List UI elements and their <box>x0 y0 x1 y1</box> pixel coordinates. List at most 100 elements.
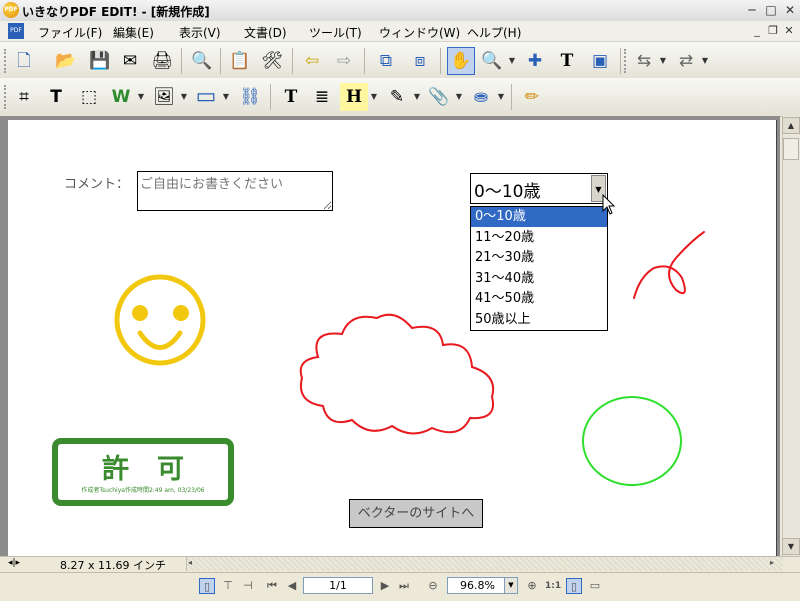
age-option[interactable]: 21～30歳 <box>471 248 607 268</box>
note-icon[interactable]: ≣ <box>308 83 336 111</box>
attach-dropdown-icon[interactable]: ▼ <box>455 83 463 111</box>
pen-icon[interactable]: ✎ <box>383 83 411 111</box>
toolbar-separator <box>292 48 293 74</box>
stamp-subtitle: 作成者Tsuchiya作成時間2:49 am, 03/23/06 <box>81 487 205 494</box>
last-page-icon[interactable]: ⏭ <box>396 578 412 594</box>
edit-text-icon[interactable]: T <box>42 83 70 111</box>
attach-icon[interactable]: 📎 <box>425 83 453 111</box>
highlighter-icon[interactable]: ✏ <box>518 83 546 111</box>
toolbar-separator <box>220 48 221 74</box>
menu-help[interactable]: ヘルプ(H) <box>467 24 521 41</box>
back-arrow-icon[interactable]: ⇦ <box>298 47 326 75</box>
zoom-out-icon[interactable]: ⊖ <box>425 578 441 594</box>
maximize-button[interactable]: □ <box>763 3 779 18</box>
edit-object-icon[interactable]: ⬚ <box>75 83 103 111</box>
stamp-dropdown-icon[interactable]: ▼ <box>497 83 505 111</box>
snapshot-icon[interactable]: ▣ <box>586 47 614 75</box>
age-select-value: 0～10歳 <box>474 182 541 202</box>
menu-window[interactable]: ウィンドウ(W) <box>379 24 460 41</box>
toolbar-grip[interactable] <box>4 85 9 109</box>
shape-dropdown-icon[interactable]: ▼ <box>222 83 230 111</box>
toolbar-grip[interactable] <box>4 49 9 73</box>
extract-pages-icon[interactable]: ⧉ <box>372 47 400 75</box>
rotate-pages-icon[interactable]: ⇆ <box>630 47 658 75</box>
page-number-input[interactable]: 1/1 <box>303 577 373 594</box>
scrollbar-thumb[interactable] <box>783 138 799 160</box>
vertical-scrollbar[interactable] <box>782 116 800 556</box>
age-option[interactable]: 31～40歳 <box>471 269 607 289</box>
mdi-close-button[interactable]: ✕ <box>782 24 796 38</box>
reorder-pages-icon[interactable]: ⇄ <box>672 47 700 75</box>
textbox-icon[interactable]: T <box>277 83 305 111</box>
rotate-dropdown-icon[interactable]: ▼ <box>659 47 667 75</box>
word-dropdown-icon[interactable]: ▼ <box>137 83 145 111</box>
fit-visible-icon[interactable]: ▭ <box>587 578 603 594</box>
menu-document[interactable]: 文書(D) <box>244 24 287 41</box>
vector-site-button[interactable]: ベクターのサイトへ <box>349 499 483 528</box>
zoom-level-dropdown-icon[interactable]: ▼ <box>505 577 518 594</box>
fit-height-icon[interactable]: ⊤ <box>220 578 236 594</box>
actual-size-icon[interactable]: 1:1 <box>545 578 561 594</box>
menu-view[interactable]: 表示(V) <box>179 24 221 41</box>
scroll-up-icon[interactable]: ▲ <box>782 117 800 134</box>
horizontal-scrollbar[interactable] <box>186 557 783 571</box>
pen-dropdown-icon[interactable]: ▼ <box>413 83 421 111</box>
rectangle-shape-icon[interactable]: ▭ <box>192 83 220 111</box>
stamp-tool-icon[interactable]: ⛂ <box>467 83 495 111</box>
find-binoculars-icon[interactable]: 🔍 <box>188 47 216 75</box>
reorder-dropdown-icon[interactable]: ▼ <box>701 47 709 75</box>
close-button[interactable]: ✕ <box>782 3 798 18</box>
link-icon[interactable]: ⛓ <box>236 83 264 111</box>
document-icon[interactable]: PDF <box>8 23 24 39</box>
insert-image-icon[interactable]: 🖼 <box>150 83 178 111</box>
zoom-level-input[interactable]: 96.8% <box>447 577 505 594</box>
first-page-icon[interactable]: ⏮ <box>264 578 280 594</box>
age-option[interactable]: 0～10歳 <box>471 207 607 227</box>
fit-page-icon[interactable]: ▯ <box>566 578 582 594</box>
scroll-right-icon[interactable]: ▸ <box>770 558 774 567</box>
insert-pages-icon[interactable]: ⧈ <box>406 47 434 75</box>
comment-field[interactable] <box>137 171 333 211</box>
single-page-view-icon[interactable]: ▯ <box>199 578 215 594</box>
stamp-title: 許可 <box>102 454 212 485</box>
mdi-restore-button[interactable]: ❐ <box>766 24 780 38</box>
menu-edit[interactable]: 編集(E) <box>113 24 154 41</box>
document-properties-icon[interactable]: 📋 <box>226 47 254 75</box>
crop-icon[interactable]: ⌗ <box>10 83 38 111</box>
toolbar-separator <box>181 48 182 74</box>
text-select-icon[interactable]: T <box>553 47 581 75</box>
age-option[interactable]: 11～20歳 <box>471 228 607 248</box>
zoom-dropdown-icon[interactable]: ▼ <box>508 47 516 75</box>
scroll-down-icon[interactable]: ▼ <box>782 538 800 555</box>
toolbar-separator <box>511 84 512 110</box>
menu-tools[interactable]: ツール(T) <box>309 24 362 41</box>
email-icon[interactable]: ✉ <box>116 47 144 75</box>
save-icon[interactable]: 💾 <box>86 47 114 75</box>
page-layout-toggle-icon[interactable]: ◂|▸ <box>8 558 20 568</box>
menu-file[interactable]: ファイル(F) <box>38 24 102 41</box>
select-tool-icon[interactable]: ✚ <box>521 47 549 75</box>
open-folder-icon[interactable]: 📂 <box>52 47 80 75</box>
fit-width-icon[interactable]: ⊣ <box>240 578 256 594</box>
zoom-icon[interactable]: 🔍 <box>478 47 506 75</box>
age-option[interactable]: 41～50歳 <box>471 289 607 309</box>
toolbar-separator <box>270 84 271 110</box>
previous-page-icon[interactable]: ◀ <box>284 578 300 594</box>
age-option[interactable]: 50歳以上 <box>471 310 607 330</box>
tools-icon[interactable]: 🛠 <box>258 47 286 75</box>
print-icon[interactable]: 🖨 <box>148 47 176 75</box>
word-convert-icon[interactable]: W <box>107 83 135 111</box>
header-footer-icon[interactable]: H <box>340 83 368 111</box>
next-page-icon[interactable]: ▶ <box>377 578 393 594</box>
mdi-minimize-button[interactable]: _ <box>750 24 764 38</box>
scroll-left-icon[interactable]: ◂ <box>188 558 192 567</box>
minimize-button[interactable]: ─ <box>744 3 760 18</box>
new-pdf-icon[interactable]: 🗋 <box>10 47 38 75</box>
mouse-cursor-icon <box>602 194 616 215</box>
hand-tool-icon[interactable]: ✋ <box>447 47 475 75</box>
zoom-in-icon[interactable]: ⊕ <box>524 578 540 594</box>
toolbar-grip[interactable] <box>624 49 629 73</box>
image-dropdown-icon[interactable]: ▼ <box>180 83 188 111</box>
header-dropdown-icon[interactable]: ▼ <box>370 83 378 111</box>
forward-arrow-icon[interactable]: ⇨ <box>330 47 358 75</box>
